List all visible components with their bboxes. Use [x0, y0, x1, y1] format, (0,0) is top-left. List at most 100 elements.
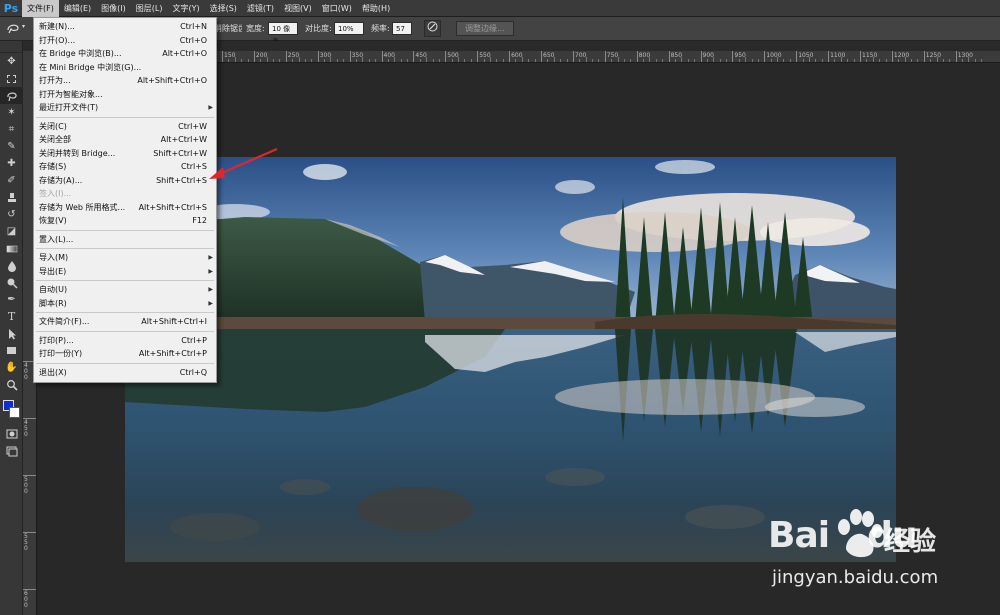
- menu-file[interactable]: 文件(F): [22, 0, 59, 17]
- file-menu-item[interactable]: 在 Bridge 中浏览(B)... Alt+Ctrl+O: [34, 47, 216, 60]
- tools-panel-grip[interactable]: [0, 41, 22, 53]
- zoom-tool[interactable]: [0, 376, 23, 393]
- menu-separator: [36, 229, 214, 231]
- file-menu-item[interactable]: 关闭并转到 Bridge... Shift+Ctrl+W: [34, 147, 216, 160]
- width-label: 宽度:: [246, 24, 265, 33]
- ruler-tick: [860, 51, 861, 62]
- menu-view[interactable]: 视图(V): [279, 0, 317, 17]
- background-color-swatch[interactable]: [9, 407, 20, 418]
- ruler-minor-tick: [662, 59, 664, 62]
- ruler-tick-label: 250: [287, 52, 300, 59]
- menu-image[interactable]: 图像(I): [96, 0, 131, 17]
- quick-mask-button[interactable]: [0, 425, 23, 442]
- ruler-tick-label: 450: [415, 52, 427, 59]
- ruler-minor-tick: [853, 59, 855, 62]
- pen-pressure-icon: [427, 21, 438, 32]
- menu-type[interactable]: 文字(Y): [167, 0, 204, 17]
- menu-layer[interactable]: 图层(L): [131, 0, 168, 17]
- eyedropper-tool[interactable]: ✎: [0, 138, 23, 155]
- pen-tool[interactable]: ✒: [0, 291, 23, 308]
- ruler-minor-tick: [643, 59, 645, 62]
- move-tool[interactable]: ✥: [0, 53, 23, 70]
- type-tool[interactable]: T: [0, 308, 23, 325]
- file-menu-item[interactable]: 打印(P)... Ctrl+P: [34, 334, 216, 347]
- file-menu-item[interactable]: 自动(U) ▶: [34, 283, 216, 296]
- magic-wand-tool[interactable]: ✶: [0, 104, 23, 121]
- file-menu-item[interactable]: 脚本(R) ▶: [34, 297, 216, 310]
- refine-edge-button[interactable]: 调整边缘...: [456, 21, 514, 36]
- ruler-tick: [668, 51, 670, 62]
- ruler-tick-label: 150: [224, 52, 236, 59]
- file-menu-item[interactable]: 打印一份(Y) Alt+Shift+Ctrl+P: [34, 347, 216, 360]
- ruler-minor-tick: [279, 59, 281, 62]
- file-menu-item[interactable]: 文件简介(F)... Alt+Shift+Ctrl+I: [34, 315, 216, 328]
- clone-stamp-tool[interactable]: [0, 189, 23, 206]
- ruler-minor-tick: [821, 59, 823, 62]
- menu-edit[interactable]: 编辑(E): [59, 0, 96, 17]
- ruler-tick: [955, 51, 957, 62]
- history-brush-tool[interactable]: ↺: [0, 206, 23, 223]
- lake-landscape-photo: [125, 157, 896, 562]
- shape-tool-icon: [7, 347, 16, 354]
- menu-select[interactable]: 选择(S): [205, 0, 242, 17]
- ruler-tick: [349, 51, 351, 62]
- gradient-tool[interactable]: [0, 240, 23, 257]
- hand-tool[interactable]: ✋: [0, 359, 23, 376]
- ruler-tick-label: 400: [383, 52, 395, 59]
- dodge-tool[interactable]: [0, 274, 23, 291]
- marquee-tool[interactable]: [0, 70, 23, 87]
- path-selection-tool[interactable]: [0, 325, 23, 342]
- tool-preset-picker[interactable]: ▾: [6, 21, 32, 37]
- ruler-tick: [572, 51, 574, 62]
- file-menu-item[interactable]: 存储(S) Ctrl+S: [34, 160, 216, 173]
- ruler-tick: [604, 51, 606, 62]
- file-menu-item[interactable]: 在 Mini Bridge 中浏览(G)...: [34, 61, 216, 74]
- eraser-tool[interactable]: ◪: [0, 223, 23, 240]
- file-menu-item[interactable]: 新建(N)... Ctrl+N: [34, 20, 216, 33]
- shape-tool[interactable]: [0, 342, 23, 359]
- pen-tool-icon: ✒: [7, 294, 16, 305]
- file-menu-item[interactable]: 置入(L)...: [34, 233, 216, 246]
- file-menu-item[interactable]: 退出(X) Ctrl+Q: [34, 366, 216, 379]
- file-menu-item-shortcut: Alt+Ctrl+O: [162, 49, 207, 58]
- file-menu-item[interactable]: 最近打开文件(T) ▶: [34, 101, 216, 114]
- frequency-field[interactable]: 57: [392, 22, 412, 35]
- ruler-minor-tick: [847, 59, 849, 62]
- screen-mode-button[interactable]: [0, 442, 23, 459]
- menu-help[interactable]: 帮助(H): [357, 0, 395, 17]
- magic-wand-tool-icon: ✶: [7, 107, 16, 118]
- file-menu-item-label: 关闭全部: [39, 135, 71, 144]
- file-menu-item[interactable]: 打开为... Alt+Shift+Ctrl+O: [34, 74, 216, 87]
- lasso-tool[interactable]: [0, 87, 23, 104]
- ruler-minor-tick: [687, 59, 689, 62]
- file-menu-item[interactable]: 打开为智能对象...: [34, 88, 216, 101]
- file-menu-item[interactable]: 恢复(V) F12: [34, 214, 216, 227]
- magnetic-lasso-icon: [7, 24, 19, 34]
- ruler-minor-tick: [834, 59, 836, 62]
- ruler-tick-label: 5 0 0: [24, 476, 28, 495]
- ruler-minor-tick: [496, 59, 498, 62]
- ruler-minor-tick: [783, 59, 785, 62]
- menu-window[interactable]: 窗口(W): [317, 0, 357, 17]
- file-menu-item[interactable]: 存储为(A)... Shift+Ctrl+S: [34, 174, 216, 187]
- file-menu-item[interactable]: 关闭全部 Alt+Ctrl+W: [34, 133, 216, 146]
- menu-separator: [36, 280, 214, 281]
- ruler-minor-tick: [738, 59, 740, 62]
- menu-filter[interactable]: 滤镜(T): [242, 0, 279, 17]
- ruler-minor-tick: [751, 59, 753, 62]
- pen-pressure-button[interactable]: [424, 20, 441, 37]
- file-menu-item[interactable]: 存储为 Web 所用格式... Alt+Shift+Ctrl+S: [34, 201, 216, 214]
- contrast-field[interactable]: 10%: [334, 22, 364, 35]
- ruler-tick-label: 900: [702, 52, 714, 59]
- file-menu-item-shortcut: Ctrl+Q: [179, 367, 207, 377]
- brush-tool[interactable]: ✐: [0, 172, 23, 189]
- healing-brush-tool[interactable]: ✚: [0, 155, 23, 172]
- file-menu-item[interactable]: 导出(E) ▶: [34, 265, 216, 278]
- canvas-photo-lake-reflection[interactable]: [125, 157, 896, 562]
- width-field[interactable]: 10 像素: [268, 22, 298, 46]
- file-menu-item[interactable]: 关闭(C) Ctrl+W: [34, 120, 216, 133]
- crop-tool[interactable]: ⌗: [0, 121, 23, 138]
- file-menu-item[interactable]: 导入(M) ▶: [34, 251, 216, 264]
- file-menu-item[interactable]: 打开(O)... Ctrl+O: [34, 34, 216, 47]
- blur-tool[interactable]: [0, 257, 23, 274]
